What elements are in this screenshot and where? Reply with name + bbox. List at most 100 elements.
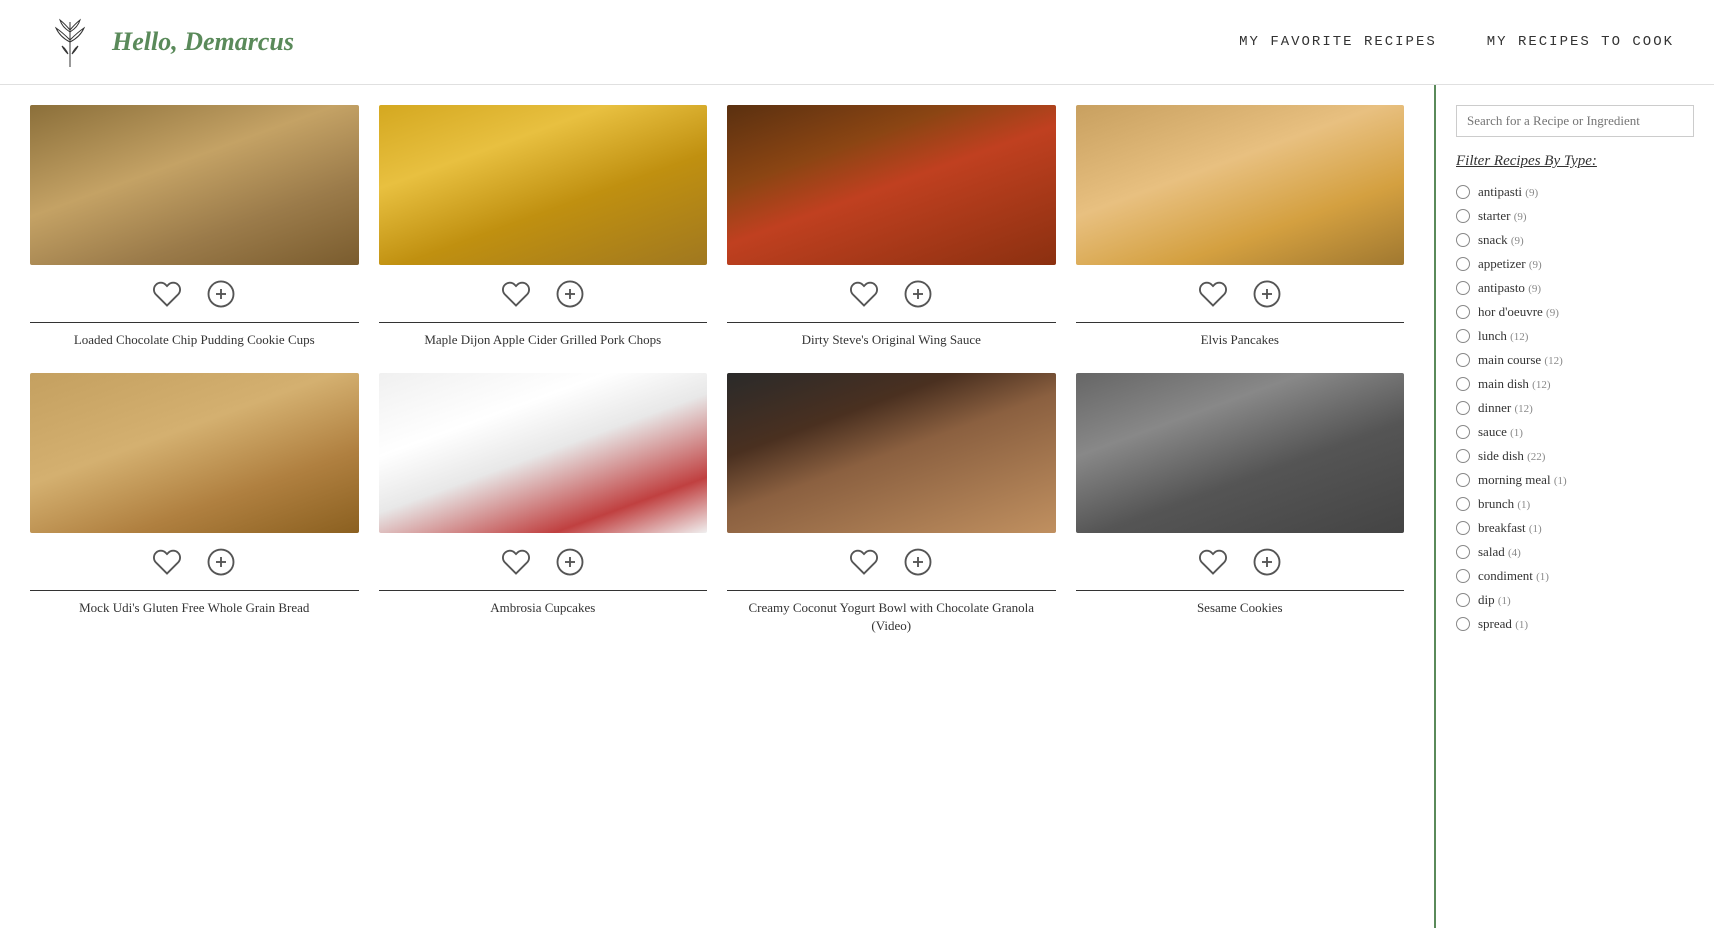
filter-radio-side-dish[interactable] xyxy=(1456,449,1470,463)
greeting-text: Hello, Demarcus xyxy=(112,27,294,57)
recipe-title-7: Creamy Coconut Yogurt Bowl with Chocolat… xyxy=(727,599,1056,635)
heart-icon-5 xyxy=(152,547,182,580)
filter-item-hor-doeuvre[interactable]: hor d'oeuvre (9) xyxy=(1456,304,1694,320)
title-divider-8 xyxy=(1076,590,1405,591)
filter-list: antipasti (9) starter (9) snack (9) appe… xyxy=(1456,184,1694,632)
recipe-actions-3 xyxy=(849,265,933,322)
favorite-btn-2[interactable] xyxy=(501,279,531,312)
favorite-btn-8[interactable] xyxy=(1198,547,1228,580)
filter-label-hor-doeuvre: hor d'oeuvre (9) xyxy=(1478,304,1559,320)
recipe-actions-6 xyxy=(501,533,585,590)
filter-radio-breakfast[interactable] xyxy=(1456,521,1470,535)
title-divider-2 xyxy=(379,322,708,323)
filter-item-salad[interactable]: salad (4) xyxy=(1456,544,1694,560)
filter-label-breakfast: breakfast (1) xyxy=(1478,520,1542,536)
filter-radio-sauce[interactable] xyxy=(1456,425,1470,439)
filter-label-dinner: dinner (12) xyxy=(1478,400,1533,416)
plus-circle-icon-5 xyxy=(206,547,236,580)
heart-icon-7 xyxy=(849,547,879,580)
favorite-btn-6[interactable] xyxy=(501,547,531,580)
filter-item-antipasto[interactable]: antipasto (9) xyxy=(1456,280,1694,296)
add-btn-5[interactable] xyxy=(206,547,236,580)
filter-item-dinner[interactable]: dinner (12) xyxy=(1456,400,1694,416)
filter-item-dip[interactable]: dip (1) xyxy=(1456,592,1694,608)
add-btn-3[interactable] xyxy=(903,279,933,312)
filter-item-starter[interactable]: starter (9) xyxy=(1456,208,1694,224)
nav-favorites[interactable]: MY FAVORITE RECIPES xyxy=(1239,34,1437,50)
filter-item-antipasti[interactable]: antipasti (9) xyxy=(1456,184,1694,200)
favorite-btn-4[interactable] xyxy=(1198,279,1228,312)
add-btn-8[interactable] xyxy=(1252,547,1282,580)
filter-radio-lunch[interactable] xyxy=(1456,329,1470,343)
heart-icon-8 xyxy=(1198,547,1228,580)
add-btn-7[interactable] xyxy=(903,547,933,580)
recipe-image-7 xyxy=(727,373,1056,533)
recipe-title-4: Elvis Pancakes xyxy=(1197,331,1283,349)
add-btn-4[interactable] xyxy=(1252,279,1282,312)
filter-radio-appetizer[interactable] xyxy=(1456,257,1470,271)
filter-item-morning-meal[interactable]: morning meal (1) xyxy=(1456,472,1694,488)
filter-radio-brunch[interactable] xyxy=(1456,497,1470,511)
filter-radio-spread[interactable] xyxy=(1456,617,1470,631)
search-input[interactable] xyxy=(1456,105,1694,137)
heart-icon-1 xyxy=(152,279,182,312)
filter-item-main-course[interactable]: main course (12) xyxy=(1456,352,1694,368)
filter-radio-snack[interactable] xyxy=(1456,233,1470,247)
heart-icon-2 xyxy=(501,279,531,312)
recipe-card-4: Elvis Pancakes xyxy=(1076,105,1405,349)
recipe-image-1 xyxy=(30,105,359,265)
filter-item-condiment[interactable]: condiment (1) xyxy=(1456,568,1694,584)
filter-radio-starter[interactable] xyxy=(1456,209,1470,223)
heart-icon-3 xyxy=(849,279,879,312)
filter-label-antipasti: antipasti (9) xyxy=(1478,184,1538,200)
plus-circle-icon-6 xyxy=(555,547,585,580)
add-btn-2[interactable] xyxy=(555,279,585,312)
filter-radio-morning-meal[interactable] xyxy=(1456,473,1470,487)
nav-to-cook[interactable]: MY RECIPES TO COOK xyxy=(1487,34,1674,50)
add-btn-1[interactable] xyxy=(206,279,236,312)
favorite-btn-7[interactable] xyxy=(849,547,879,580)
plus-circle-icon-8 xyxy=(1252,547,1282,580)
recipe-card-1: Loaded Chocolate Chip Pudding Cookie Cup… xyxy=(30,105,359,349)
add-btn-6[interactable] xyxy=(555,547,585,580)
filter-item-snack[interactable]: snack (9) xyxy=(1456,232,1694,248)
recipe-image-8 xyxy=(1076,373,1405,533)
heart-icon-4 xyxy=(1198,279,1228,312)
filter-item-breakfast[interactable]: breakfast (1) xyxy=(1456,520,1694,536)
title-divider-7 xyxy=(727,590,1056,591)
filter-label-antipasto: antipasto (9) xyxy=(1478,280,1541,296)
favorite-btn-5[interactable] xyxy=(152,547,182,580)
filter-item-lunch[interactable]: lunch (12) xyxy=(1456,328,1694,344)
main-container: Loaded Chocolate Chip Pudding Cookie Cup… xyxy=(0,85,1714,928)
recipe-image-5 xyxy=(30,373,359,533)
recipe-title-5: Mock Udi's Gluten Free Whole Grain Bread xyxy=(75,599,313,617)
favorite-btn-1[interactable] xyxy=(152,279,182,312)
favorite-btn-3[interactable] xyxy=(849,279,879,312)
plus-circle-icon-2 xyxy=(555,279,585,312)
filter-item-brunch[interactable]: brunch (1) xyxy=(1456,496,1694,512)
header-nav: MY FAVORITE RECIPES MY RECIPES TO COOK xyxy=(1239,34,1674,50)
filter-radio-antipasti[interactable] xyxy=(1456,185,1470,199)
title-divider-5 xyxy=(30,590,359,591)
recipe-card-8: Sesame Cookies xyxy=(1076,373,1405,635)
plus-circle-icon-7 xyxy=(903,547,933,580)
filter-radio-dip[interactable] xyxy=(1456,593,1470,607)
filter-radio-condiment[interactable] xyxy=(1456,569,1470,583)
filter-item-appetizer[interactable]: appetizer (9) xyxy=(1456,256,1694,272)
filter-item-sauce[interactable]: sauce (1) xyxy=(1456,424,1694,440)
filter-heading: Filter Recipes By Type: xyxy=(1456,153,1694,170)
filter-label-starter: starter (9) xyxy=(1478,208,1527,224)
filter-radio-hor-doeuvre[interactable] xyxy=(1456,305,1470,319)
filter-label-lunch: lunch (12) xyxy=(1478,328,1528,344)
filter-item-main-dish[interactable]: main dish (12) xyxy=(1456,376,1694,392)
filter-radio-main-dish[interactable] xyxy=(1456,377,1470,391)
filter-radio-salad[interactable] xyxy=(1456,545,1470,559)
filter-radio-main-course[interactable] xyxy=(1456,353,1470,367)
filter-label-condiment: condiment (1) xyxy=(1478,568,1549,584)
filter-label-appetizer: appetizer (9) xyxy=(1478,256,1542,272)
filter-radio-antipasto[interactable] xyxy=(1456,281,1470,295)
filter-radio-dinner[interactable] xyxy=(1456,401,1470,415)
filter-label-brunch: brunch (1) xyxy=(1478,496,1530,512)
filter-item-side-dish[interactable]: side dish (22) xyxy=(1456,448,1694,464)
filter-item-spread[interactable]: spread (1) xyxy=(1456,616,1694,632)
